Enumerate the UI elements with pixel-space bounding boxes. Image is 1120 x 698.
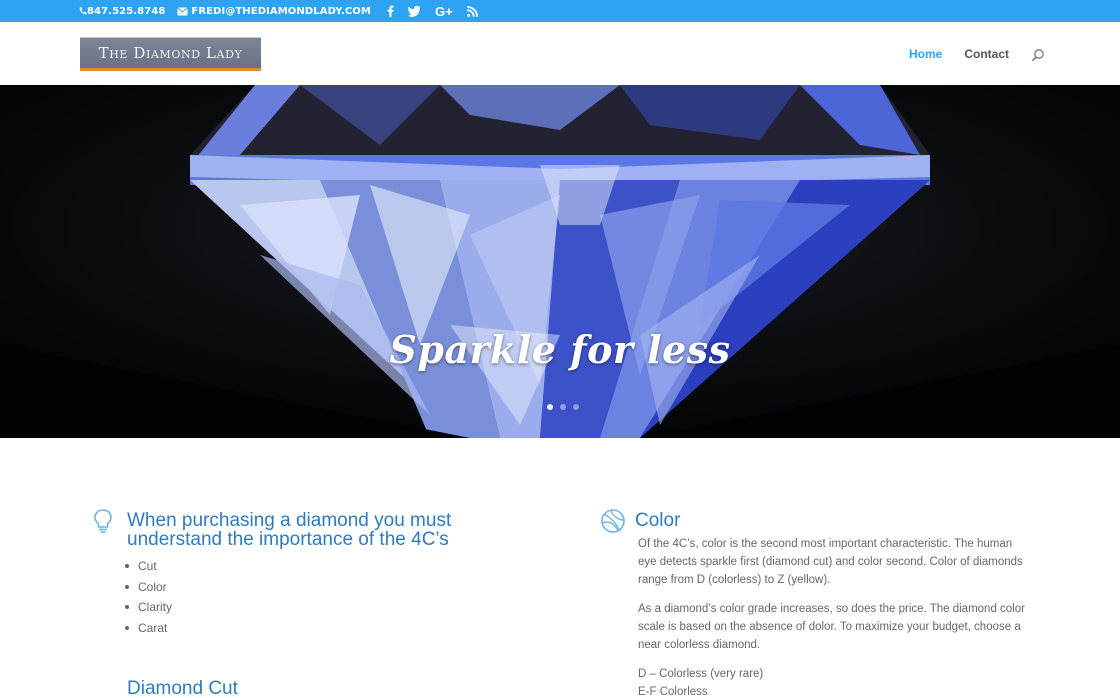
rss-icon[interactable] xyxy=(466,5,478,17)
social-links: G+ xyxy=(387,4,478,19)
top-bar: 847.525.8748 FREDI@THEDIAMONDLADY.COM G+ xyxy=(0,0,1120,22)
logo-text: The Diamond Lady xyxy=(98,44,243,62)
phone-icon xyxy=(79,7,87,15)
hero-title: Sparkle for less xyxy=(389,327,731,372)
four-cs-list: Cut Color Clarity Carat xyxy=(125,556,492,638)
facebook-icon[interactable] xyxy=(387,5,394,17)
phone-number: 847.525.8748 xyxy=(87,5,166,17)
color-paragraph: As a diamond’s color grade increases, so… xyxy=(638,603,1025,651)
color-title: Color xyxy=(635,510,681,531)
nav-home[interactable]: Home xyxy=(909,47,942,61)
slider-pagination xyxy=(547,404,579,410)
lightbulb-icon xyxy=(92,508,116,534)
four-cs-title: When purchasing a diamond you must under… xyxy=(127,510,452,550)
list-item: Carat xyxy=(125,618,492,639)
slider-dot[interactable] xyxy=(547,404,553,410)
list-item: Clarity xyxy=(125,597,492,618)
search-icon[interactable] xyxy=(1031,47,1045,61)
list-item: Cut xyxy=(125,556,492,577)
site-logo[interactable]: The Diamond Lady xyxy=(80,37,261,71)
google-plus-icon[interactable]: G+ xyxy=(435,4,453,19)
color-blurb: Color Of the 4C’s, color is the second m… xyxy=(600,508,1030,698)
list-item: Color xyxy=(125,577,492,598)
color-paragraph: Of the 4C’s, color is the second most im… xyxy=(638,538,1023,586)
nav-contact[interactable]: Contact xyxy=(964,47,1009,61)
diamond-image xyxy=(0,85,1120,438)
slider-dot[interactable] xyxy=(560,404,566,410)
four-cs-blurb: When purchasing a diamond you must under… xyxy=(92,508,492,638)
slider-dot[interactable] xyxy=(573,404,579,410)
phone-link[interactable]: 847.525.8748 xyxy=(78,6,165,17)
email-address: FREDI@THEDIAMONDLADY.COM xyxy=(191,5,371,17)
diamond-cut-title: Diamond Cut xyxy=(127,678,238,698)
hero-slider: Sparkle for less xyxy=(0,85,1120,438)
email-link[interactable]: FREDI@THEDIAMONDLADY.COM xyxy=(177,6,371,17)
envelope-icon xyxy=(177,6,189,15)
twitter-icon[interactable] xyxy=(407,5,421,17)
color-grade: E-F Colorless xyxy=(638,686,708,698)
basketball-icon xyxy=(600,508,625,534)
color-grade: D – Colorless (very rare) xyxy=(638,668,764,680)
main-nav: Home Contact xyxy=(909,22,1045,85)
site-header: The Diamond Lady Home Contact xyxy=(0,22,1120,85)
